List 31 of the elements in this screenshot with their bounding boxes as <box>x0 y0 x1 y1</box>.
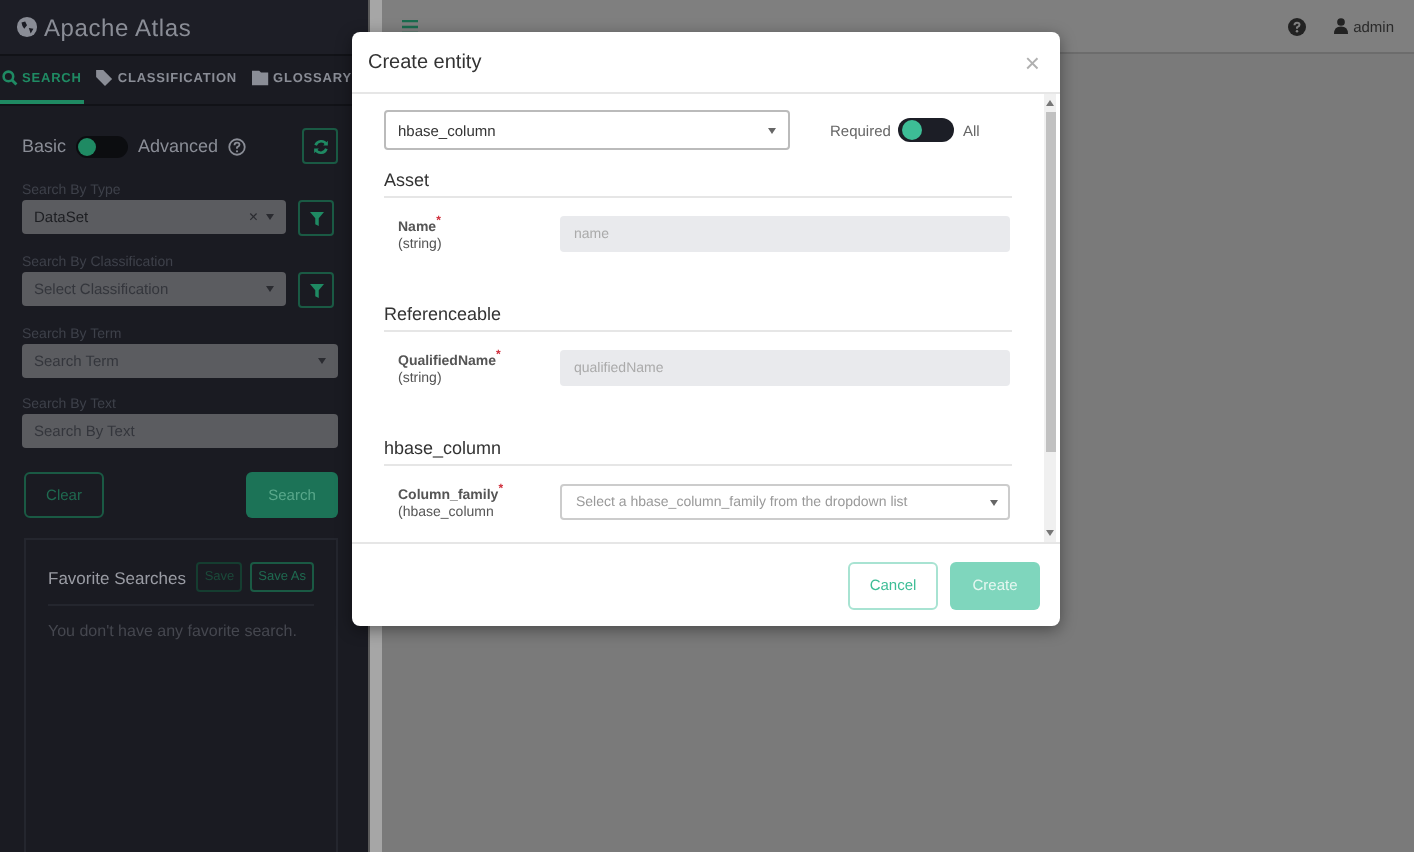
caret-icon <box>990 499 998 505</box>
help-icon <box>228 137 247 155</box>
user-icon <box>1333 18 1348 34</box>
refresh-icon <box>311 137 329 155</box>
section-title: Referenceable <box>384 304 1012 332</box>
help-icon[interactable] <box>1287 17 1306 35</box>
mode-switch[interactable] <box>76 135 129 157</box>
filter-icon <box>309 211 323 225</box>
globe-icon <box>16 16 38 38</box>
scrollbar[interactable] <box>1044 94 1056 542</box>
filter-icon <box>309 283 323 297</box>
caret-icon <box>266 286 274 292</box>
section-title: hbase_column <box>384 438 1012 466</box>
folder-icon <box>251 70 270 86</box>
section-title: Asset <box>384 170 1012 198</box>
filter-button[interactable] <box>298 200 334 236</box>
toggle-label: Basic <box>22 136 67 156</box>
tag-icon <box>95 70 114 86</box>
favorites-title: Favorite Searches <box>48 567 188 587</box>
filter-button[interactable] <box>298 272 334 308</box>
caret-icon <box>318 358 326 364</box>
search-icon <box>2 70 18 86</box>
app-title: Apache Atlas <box>44 13 192 41</box>
close-button[interactable]: × <box>1020 49 1044 75</box>
dialog-title: Create entity <box>368 51 482 73</box>
caret-icon <box>266 214 274 220</box>
toggle-label: Advanced <box>138 136 219 156</box>
attributes-switch[interactable] <box>898 118 955 142</box>
clear-icon[interactable]: × <box>248 208 258 226</box>
caret-icon <box>768 127 776 133</box>
refresh-button[interactable] <box>302 128 338 164</box>
